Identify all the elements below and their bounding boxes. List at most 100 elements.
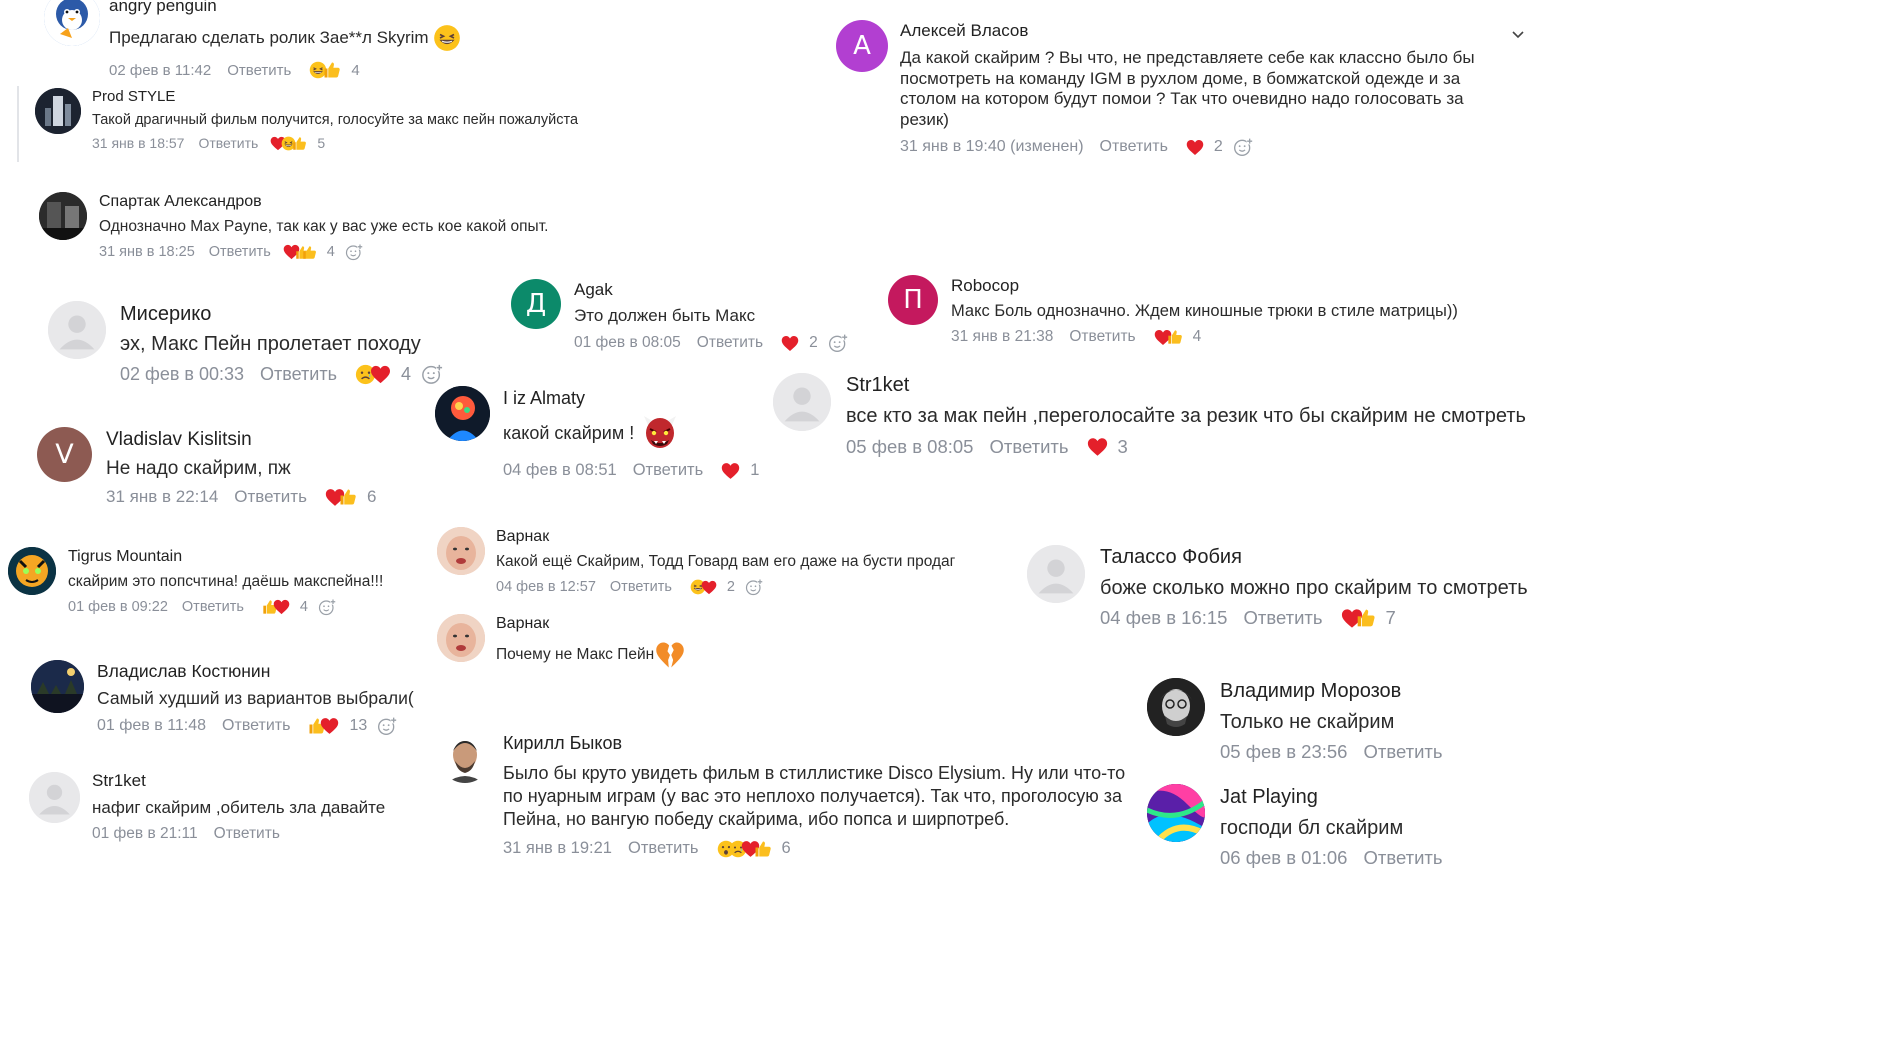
- author-name[interactable]: angry penguin: [109, 0, 217, 16]
- reply-button[interactable]: Ответить: [209, 244, 271, 260]
- author-name[interactable]: Варнак: [496, 528, 549, 546]
- reactions[interactable]: [308, 717, 339, 735]
- reply-button[interactable]: Ответить: [1069, 328, 1135, 346]
- author-name[interactable]: Кирилл Быков: [503, 733, 622, 754]
- avatar[interactable]: V: [37, 427, 92, 482]
- author-name[interactable]: Str1ket: [92, 771, 146, 791]
- avatar[interactable]: А: [836, 20, 888, 72]
- reply-button[interactable]: Ответить: [198, 135, 258, 151]
- reactions[interactable]: [781, 335, 799, 352]
- author-name[interactable]: Талассо Фобия: [1100, 546, 1242, 569]
- reactions[interactable]: [717, 840, 772, 858]
- reply-button[interactable]: Ответить: [633, 461, 704, 480]
- reply-button[interactable]: Ответить: [1363, 847, 1442, 869]
- author-name[interactable]: Robocop: [951, 276, 1019, 296]
- author-name[interactable]: Владимир Морозов: [1220, 680, 1401, 703]
- collapse-chevron-icon[interactable]: [1511, 28, 1525, 42]
- reaction-count: 4: [299, 599, 308, 615]
- timestamp: 31 янв в 22:14: [106, 487, 219, 506]
- reply-button[interactable]: Ответить: [222, 717, 290, 735]
- comment-meta: 31 янв в 22:14 Ответить 6: [106, 487, 376, 507]
- grin-emoji-icon: [433, 24, 461, 52]
- add-reaction-icon[interactable]: [745, 578, 763, 596]
- reply-button[interactable]: Ответить: [628, 839, 699, 858]
- reply-button[interactable]: Ответить: [610, 579, 672, 595]
- avatar[interactable]: [8, 547, 56, 595]
- avatar[interactable]: [1027, 545, 1085, 603]
- reaction-count: 2: [726, 579, 735, 595]
- reaction-count: 4: [1192, 328, 1202, 345]
- avatar[interactable]: [35, 88, 81, 134]
- avatar[interactable]: [437, 527, 485, 575]
- avatar[interactable]: П: [888, 275, 938, 325]
- comment-text: нафиг скайрим ,обитель зла давайте: [92, 798, 386, 817]
- add-reaction-icon[interactable]: [1233, 137, 1253, 157]
- author-name[interactable]: Str1ket: [846, 374, 909, 397]
- add-reaction-icon[interactable]: [828, 333, 848, 353]
- avatar[interactable]: [29, 772, 80, 823]
- comment-meta: 04 фев в 16:15 Ответить 7: [1100, 607, 1396, 629]
- author-name[interactable]: I iz Almaty: [503, 388, 585, 409]
- author-name[interactable]: Prod STYLE: [92, 88, 175, 105]
- avatar[interactable]: [48, 301, 106, 359]
- reactions[interactable]: [283, 244, 317, 260]
- author-name[interactable]: Agak: [574, 280, 613, 300]
- avatar[interactable]: [1147, 678, 1205, 736]
- avatar[interactable]: [1147, 784, 1205, 842]
- reactions[interactable]: [1186, 139, 1204, 156]
- avatar[interactable]: Д: [511, 279, 561, 329]
- reactions[interactable]: [1154, 329, 1183, 346]
- avatar[interactable]: [31, 660, 84, 713]
- thumbs-up-icon: [302, 245, 317, 260]
- add-reaction-icon[interactable]: [421, 363, 443, 385]
- author-name[interactable]: Алексей Власов: [900, 21, 1028, 41]
- author-name[interactable]: Tigrus Mountain: [68, 548, 182, 566]
- reply-button[interactable]: Ответить: [182, 599, 244, 615]
- reactions[interactable]: [1341, 608, 1376, 629]
- reply-button[interactable]: Ответить: [234, 487, 307, 507]
- reactions[interactable]: [262, 599, 290, 615]
- reactions[interactable]: [721, 462, 740, 480]
- comment-meta: 31 янв в 19:21 Ответить 6: [503, 839, 791, 858]
- reactions[interactable]: [690, 579, 717, 595]
- reaction-count: 7: [1385, 607, 1396, 628]
- avatar[interactable]: [39, 192, 87, 240]
- add-reaction-icon[interactable]: [345, 243, 363, 261]
- comment-text: Не надо скайрим, пж: [106, 458, 291, 479]
- reply-button[interactable]: Ответить: [1243, 607, 1322, 629]
- reactions[interactable]: [270, 136, 307, 151]
- reply-button[interactable]: Ответить: [1100, 138, 1168, 156]
- reactions[interactable]: [355, 364, 391, 385]
- avatar[interactable]: [44, 0, 100, 46]
- author-name[interactable]: Мисерико: [120, 303, 211, 326]
- author-name[interactable]: Jat Playing: [1220, 786, 1318, 809]
- comment-meta: 01 фев в 21:11 Ответить: [92, 825, 280, 843]
- author-name[interactable]: Спартак Александров: [99, 193, 262, 211]
- reaction-count: 4: [326, 244, 335, 260]
- author-name[interactable]: Владислав Костюнин: [97, 661, 270, 682]
- reply-button[interactable]: Ответить: [227, 62, 291, 79]
- author-name[interactable]: Vladislav Kislitsin: [106, 429, 252, 451]
- reply-button[interactable]: Ответить: [214, 825, 280, 843]
- reactions[interactable]: [325, 488, 357, 507]
- comment-meta: 01 фев в 08:05 Ответить 2: [574, 333, 848, 353]
- avatar[interactable]: [435, 386, 490, 441]
- add-reaction-icon[interactable]: [318, 598, 336, 616]
- thumbs-up-icon: [292, 136, 307, 151]
- avatar[interactable]: [773, 373, 831, 431]
- author-name[interactable]: Варнак: [496, 615, 549, 633]
- heart-icon: [1087, 437, 1108, 457]
- comment-meta: 01 фев в 11:48 Ответить 13: [97, 716, 397, 736]
- reply-button[interactable]: Ответить: [697, 334, 763, 352]
- avatar[interactable]: [439, 731, 491, 783]
- comment-meta: 02 фев в 00:33 Ответить 4: [120, 363, 443, 385]
- comment-meta: 05 фев в 23:56 Ответить: [1220, 741, 1443, 763]
- reactions[interactable]: [309, 61, 341, 79]
- timestamp: 31 янв в 21:38: [951, 328, 1054, 345]
- avatar[interactable]: [437, 614, 485, 662]
- reply-button[interactable]: Ответить: [260, 364, 337, 385]
- add-reaction-icon[interactable]: [377, 716, 397, 736]
- reply-button[interactable]: Ответить: [1363, 741, 1442, 763]
- reply-button[interactable]: Ответить: [989, 436, 1068, 458]
- reactions[interactable]: [1087, 437, 1108, 457]
